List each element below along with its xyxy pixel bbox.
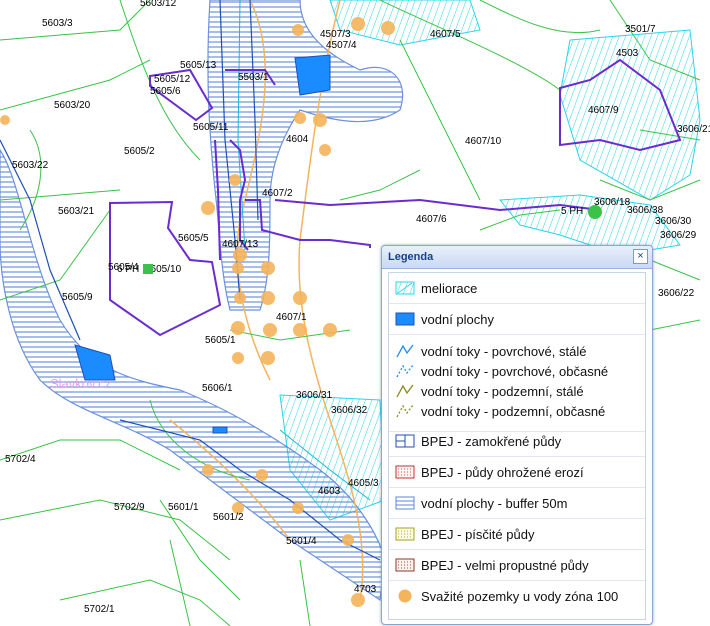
legend-label: BPEJ - písčité půdy <box>421 527 535 542</box>
parcel-label: 3606/32 <box>331 405 368 416</box>
legend-label: vodní plochy - buffer 50m <box>421 496 568 511</box>
legend-item: BPEJ - půdy ohrožené erozí <box>389 457 645 488</box>
orange-circle-icon <box>398 589 412 603</box>
parcel-label: 3606/22 <box>658 288 695 299</box>
legend-label: BPEJ - zamokřené půdy <box>421 434 562 449</box>
parcel-label: 4603 <box>318 486 341 497</box>
parcel-label: 5605/12 <box>154 74 191 85</box>
ph-label: 6 PH <box>117 264 139 275</box>
parcel-label: 3606/21 <box>677 124 710 135</box>
parcel-label: 4607/6 <box>416 214 447 225</box>
legend-label: vodní toky - podzemní, stálé <box>421 384 584 399</box>
legend-item: Svažité pozemky u vody zóna 100 <box>389 581 645 611</box>
parcel-label: 5605/1 <box>205 335 236 346</box>
parcel-label: 5601/1 <box>168 502 199 513</box>
parcel-label: 5702/4 <box>5 454 36 465</box>
olive-dash-line-icon <box>396 404 414 418</box>
parcel-label: 4607/9 <box>588 105 619 116</box>
olive-line-icon <box>396 384 414 398</box>
parcel-label: 3606/38 <box>627 205 664 216</box>
parcel-label: 5605/5 <box>178 233 209 244</box>
legend-header: Legenda × <box>382 246 652 269</box>
brown-dots-icon <box>395 558 415 572</box>
legend-label: vodní toky - povrchové, stálé <box>421 344 587 359</box>
legend-list: meliorace vodní plochy vodní toky - povr… <box>388 272 646 620</box>
parcel-label: 5603/12 <box>140 0 177 9</box>
legend-item: vodní toky - podzemní, stálé <box>389 381 645 401</box>
parcel-label: 5603/22 <box>12 160 49 171</box>
parcel-label: 4507/3 <box>320 29 351 40</box>
legend-label: vodní toky - podzemní, občasné <box>421 404 606 419</box>
parcel-label: 3606/29 <box>660 230 697 241</box>
legend-item: vodní toky - povrchové, stálé <box>389 341 645 361</box>
ph-label: 5 PH <box>561 206 583 217</box>
parcel-label: 4703 <box>354 584 377 595</box>
parcel-label: 5603/3 <box>42 18 73 29</box>
parcel-label: 5605/9 <box>62 292 93 303</box>
parcel-label: 4507/4 <box>326 40 357 51</box>
legend-item: vodní plochy <box>389 304 645 335</box>
parcel-label: 5601/4 <box>286 536 317 547</box>
parcel-label: 5606/1 <box>202 383 233 394</box>
parcel-label: 5605/2 <box>124 146 155 157</box>
parcel-label: 5605/6 <box>150 86 181 97</box>
legend-label: Svažité pozemky u vody zóna 100 <box>421 589 619 604</box>
blue-grid-icon <box>395 434 415 448</box>
parcel-label: 4607/1 <box>276 312 307 323</box>
parcel-label: 5702/9 <box>114 502 145 513</box>
parcel-label: 5503/1 <box>238 72 269 83</box>
blue-fill-icon <box>395 312 415 326</box>
legend-item: BPEJ - zamokřené půdy <box>389 426 645 457</box>
town-label: Slavkov.cz <box>50 376 111 391</box>
parcel-label: 5603/20 <box>54 100 91 111</box>
legend-item: vodní toky - podzemní, občasné <box>389 401 645 421</box>
parcel-label: 5603/21 <box>58 206 95 217</box>
parcel-label: 5601/2 <box>213 512 244 523</box>
parcel-label: 3606/18 <box>594 197 631 208</box>
legend-label: vodní toky - povrchové, občasné <box>421 364 609 379</box>
parcel-label: 3501/7 <box>625 24 656 35</box>
parcel-label: 5702/1 <box>84 604 115 615</box>
legend-item: BPEJ - velmi propustné půdy <box>389 550 645 581</box>
legend-item: vodní toky - povrchové, občasné <box>389 361 645 381</box>
parcel-label: 4503 <box>616 48 639 59</box>
close-icon[interactable]: × <box>633 249 648 264</box>
parcel-label: 5605/11 <box>193 122 229 133</box>
legend-label: meliorace <box>421 281 478 296</box>
blue-stripe-icon <box>395 496 415 510</box>
legend-item: vodní plochy - buffer 50m <box>389 488 645 519</box>
legend-group-streams: vodní toky - povrchové, stálé vodní toky… <box>389 335 645 432</box>
parcel-label: 3606/31 <box>296 390 333 401</box>
red-dots-icon <box>395 465 415 479</box>
parcel-label: 4607/2 <box>262 188 293 199</box>
parcel-label: 4607/5 <box>430 29 461 40</box>
legend-label: BPEJ - velmi propustné půdy <box>421 558 589 573</box>
legend-label: vodní plochy <box>421 312 494 327</box>
blue-line-icon <box>396 344 414 358</box>
parcel-label: 4604 <box>286 134 309 145</box>
parcel-label: 4607/13 <box>222 239 259 250</box>
legend-label: BPEJ - půdy ohrožené erozí <box>421 465 584 480</box>
legend-item: BPEJ - písčité půdy <box>389 519 645 550</box>
hatch-cyan-icon <box>395 281 415 295</box>
legend-panel[interactable]: Legenda × meliorace vodní plochy vodní t… <box>381 245 653 625</box>
legend-title: Legenda <box>388 251 434 263</box>
parcel-label: 4605/3 <box>348 478 379 489</box>
legend-item: meliorace <box>389 273 645 304</box>
yellow-dots-icon <box>395 527 415 541</box>
parcel-label: 3606/30 <box>655 216 692 227</box>
parcel-label: 5605/13 <box>180 60 217 71</box>
parcel-label: 4607/10 <box>465 136 502 147</box>
blue-dash-line-icon <box>396 364 414 378</box>
